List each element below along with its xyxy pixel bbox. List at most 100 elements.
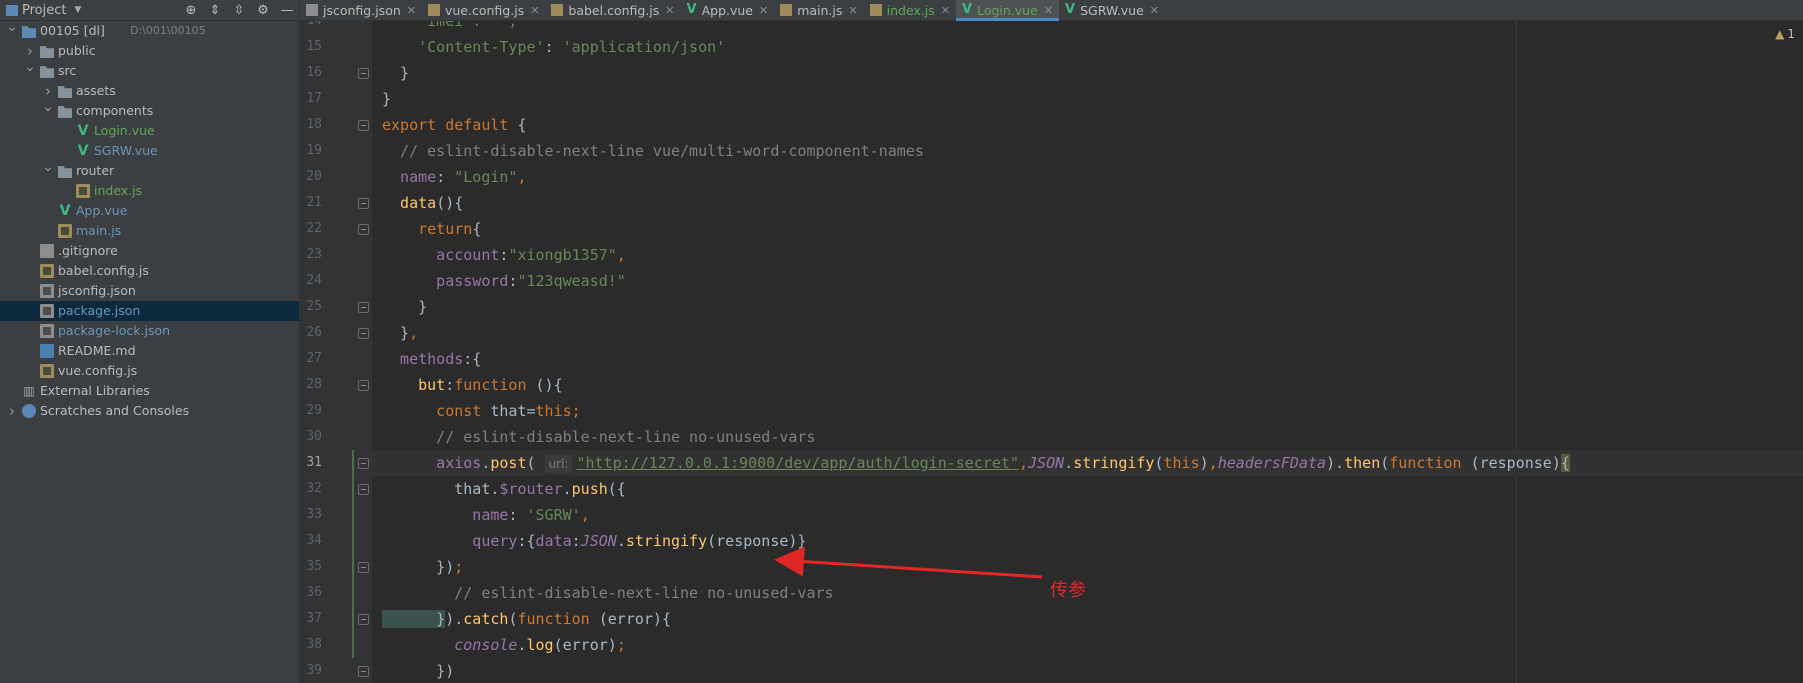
tab-babel-config-js[interactable]: babel.config.js ✕ <box>545 0 680 20</box>
gear-icon[interactable]: ⚙ <box>251 3 275 18</box>
code-line[interactable]: }); <box>372 554 1803 580</box>
fold-marker-icon[interactable] <box>358 120 369 131</box>
collapse-all-icon[interactable]: ⇳ <box>227 3 251 18</box>
locate-icon[interactable]: ⊕ <box>179 3 203 18</box>
tab-vue-config-js[interactable]: vue.config.js ✕ <box>422 0 545 20</box>
code-token: , <box>1208 454 1218 472</box>
tree-item[interactable]: V App.vue <box>0 201 299 221</box>
code-token: this; <box>535 402 581 420</box>
project-path: D:\001\00105 <box>130 24 206 37</box>
tree-item[interactable]: index.js <box>0 181 299 201</box>
code-line[interactable]: account:"xiongb1357", <box>372 242 1803 268</box>
code-line[interactable]: } <box>372 60 1803 86</box>
code-line[interactable]: 'Content-Type': 'application/json' <box>372 34 1803 60</box>
tab-label: main.js <box>797 2 843 18</box>
chevron-down-icon[interactable]: ⌄ <box>24 57 36 77</box>
code-line[interactable]: console.log(error); <box>372 632 1803 658</box>
tab-app-vue[interactable]: V App.vue ✕ <box>681 0 775 20</box>
tab-login-vue[interactable]: V Login.vue ✕ <box>956 0 1060 21</box>
code-line[interactable]: return{ <box>372 216 1803 242</box>
fold-marker-icon[interactable] <box>358 562 369 573</box>
tree-item[interactable]: package-lock.json <box>0 321 299 341</box>
chevron-right-icon[interactable]: › <box>6 401 18 421</box>
line-number: 28 <box>306 377 322 392</box>
code-line[interactable]: }, <box>372 320 1803 346</box>
project-view-label[interactable]: Project <box>22 3 66 18</box>
tree-item[interactable]: › Scratches and Consoles <box>0 401 299 421</box>
code-line[interactable]: }).catch(function (error){ <box>372 606 1803 632</box>
fold-marker-icon[interactable] <box>358 380 369 391</box>
tree-item[interactable]: V Login.vue <box>0 121 299 141</box>
code-line[interactable]: that.$router.push({ <box>372 476 1803 502</box>
code-line[interactable]: name: "Login", <box>372 164 1803 190</box>
tab-index-js[interactable]: index.js ✕ <box>864 0 956 20</box>
chevron-down-icon[interactable]: ⌄ <box>6 17 18 37</box>
tree-item[interactable]: ▥ External Libraries <box>0 381 299 401</box>
close-icon[interactable]: ✕ <box>1044 4 1053 17</box>
tab-sgrw-vue[interactable]: V SGRW.vue ✕ <box>1059 0 1165 20</box>
tree-item[interactable]: package.json <box>0 301 299 321</box>
tree-item[interactable]: ⌄ components <box>0 99 299 121</box>
fold-marker-icon[interactable] <box>358 68 369 79</box>
fold-marker-icon[interactable] <box>358 614 369 625</box>
chevron-down-icon[interactable]: ▼ <box>74 5 81 15</box>
code-line[interactable]: // eslint-disable-next-line vue/multi-wo… <box>372 138 1803 164</box>
line-number: 38 <box>306 637 322 652</box>
tab-main-js[interactable]: main.js ✕ <box>774 0 863 20</box>
inspection-widget[interactable]: ▲ 1 <box>1775 27 1795 41</box>
line-number: 24 <box>306 273 322 288</box>
chevron-down-icon[interactable]: ⌄ <box>42 157 54 177</box>
fold-marker-icon[interactable] <box>358 224 369 235</box>
minimize-icon[interactable]: — <box>275 3 299 18</box>
code-line[interactable]: } <box>372 294 1803 320</box>
fold-marker-icon[interactable] <box>358 666 369 677</box>
tree-item[interactable]: › public <box>0 41 299 61</box>
code-line[interactable]: but:function (){ <box>372 372 1803 398</box>
code-line[interactable]: password:"123qweasd!" <box>372 268 1803 294</box>
tree-item-label: main.js <box>76 223 122 238</box>
code-line[interactable]: export default { <box>372 112 1803 138</box>
fold-marker-icon[interactable] <box>358 302 369 313</box>
code-line[interactable]: axios.post( url: "http://127.0.0.1:9000/d… <box>372 450 1803 476</box>
close-icon[interactable]: ✕ <box>1150 4 1159 17</box>
tree-item[interactable]: ⌄ 00105 [dl] D:\001\00105 <box>0 19 299 41</box>
close-icon[interactable]: ✕ <box>665 4 674 17</box>
code-token: 'Content-Type' <box>382 38 545 56</box>
tree-item[interactable]: main.js <box>0 221 299 241</box>
fold-marker-icon[interactable] <box>358 458 369 469</box>
line-number: 19 <box>306 143 322 158</box>
fold-marker-icon[interactable] <box>358 484 369 495</box>
tree-item[interactable]: .gitignore <box>0 241 299 261</box>
code-line[interactable]: const that=this; <box>372 398 1803 424</box>
tree-item[interactable]: README.md <box>0 341 299 361</box>
code-line[interactable]: } <box>372 86 1803 112</box>
tree-item[interactable]: jsconfig.json <box>0 281 299 301</box>
tree-item[interactable]: ⌄ src <box>0 59 299 81</box>
code-line[interactable]: name: 'SGRW', <box>372 502 1803 528</box>
expand-all-icon[interactable]: ⇕ <box>203 3 227 18</box>
code-line[interactable]: query:{data:JSON.stringify(response)} <box>372 528 1803 554</box>
code-token: query <box>382 532 518 550</box>
close-icon[interactable]: ✕ <box>848 4 857 17</box>
fold-marker-icon[interactable] <box>358 328 369 339</box>
code-line[interactable]: // eslint-disable-next-line no-unused-va… <box>372 424 1803 450</box>
close-icon[interactable]: ✕ <box>407 4 416 17</box>
code-line[interactable]: // eslint-disable-next-line no-unused-va… <box>372 580 1803 606</box>
close-icon[interactable]: ✕ <box>941 4 950 17</box>
tree-item[interactable]: vue.config.js <box>0 361 299 381</box>
close-icon[interactable]: ✕ <box>759 4 768 17</box>
code-area[interactable]: 'imei': '', 'Content-Type': 'application… <box>372 21 1803 683</box>
tree-item[interactable]: babel.config.js <box>0 261 299 281</box>
tree-item[interactable]: ⌄ router <box>0 159 299 181</box>
code-line[interactable]: }) <box>372 658 1803 683</box>
code-line[interactable]: 'imei': '', <box>372 21 1803 34</box>
code-line[interactable]: methods:{ <box>372 346 1803 372</box>
code-line[interactable]: data(){ <box>372 190 1803 216</box>
fold-marker-icon[interactable] <box>358 198 369 209</box>
js-file-icon <box>427 4 440 16</box>
tab-jsconfig-json[interactable]: jsconfig.json ✕ <box>300 0 422 20</box>
vcs-change-marker[interactable] <box>352 450 354 658</box>
project-view-icon[interactable] <box>6 4 18 16</box>
chevron-down-icon[interactable]: ⌄ <box>42 97 54 117</box>
close-icon[interactable]: ✕ <box>530 4 539 17</box>
